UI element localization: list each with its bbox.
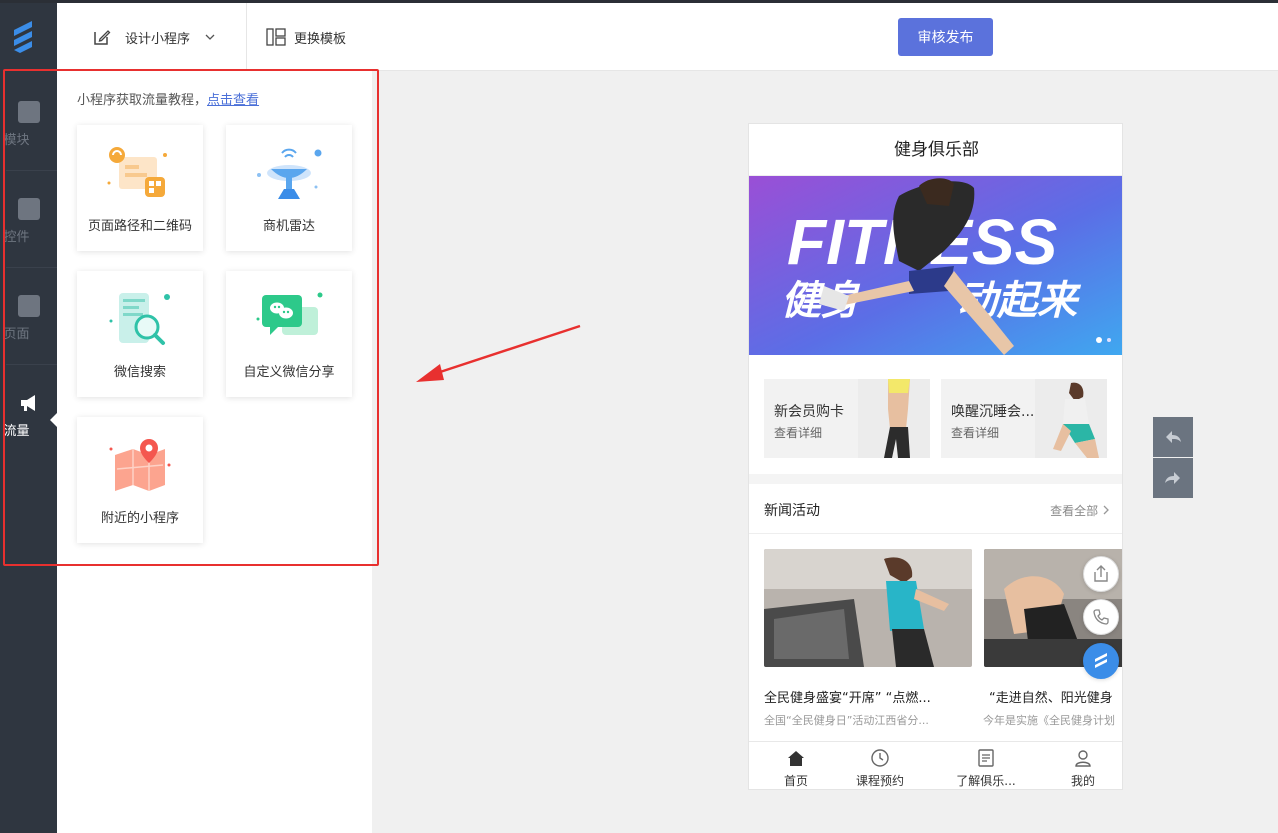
nav-item-traffic[interactable]: 流量 xyxy=(0,392,57,472)
chevron-right-icon xyxy=(1103,505,1109,515)
tab-label: 课程预约 xyxy=(855,774,904,788)
search-phone-icon xyxy=(109,293,170,345)
promo-card-wake-members[interactable]: 唤醒沉睡会... 查看详细 xyxy=(941,379,1107,458)
news-title-2[interactable]: “走进自然、阳光健身 xyxy=(989,687,1122,706)
publish-button[interactable]: 审核发布 xyxy=(898,18,993,56)
phone-fab[interactable] xyxy=(1083,599,1119,635)
card-page-path-qrcode[interactable]: 页面路径和二维码 xyxy=(77,125,203,251)
header-divider xyxy=(246,3,247,71)
qrcode-path-icon xyxy=(107,147,167,197)
tutorial-tip: 小程序获取流量教程，点击查看 xyxy=(77,89,259,108)
promo-image xyxy=(1035,379,1107,458)
card-label: 商机雷达 xyxy=(262,219,315,234)
template-label: 更换模板 xyxy=(294,31,347,47)
edit-icon xyxy=(94,30,111,45)
phone-icon xyxy=(1093,609,1109,625)
banner-image: FITNESS 健身 动起来 xyxy=(749,176,1122,355)
news-section-title: 新闻活动 xyxy=(764,503,820,519)
promo-card-new-member[interactable]: 新会员购卡 查看详细 xyxy=(764,379,930,458)
hero-banner[interactable]: FITNESS 健身 动起来 xyxy=(749,176,1122,355)
promo-sub: 查看详细 xyxy=(774,426,823,440)
view-all-link[interactable]: 查看全部 xyxy=(1050,502,1110,519)
promo-image xyxy=(858,379,930,458)
design-dropdown[interactable]: 设计小程序 xyxy=(93,25,216,49)
share-fab[interactable] xyxy=(1083,556,1119,592)
view-all-label: 查看全部 xyxy=(1050,504,1099,518)
change-template-button[interactable]: 更换模板 xyxy=(266,25,346,49)
card-custom-wechat-share[interactable]: 自定义微信分享 xyxy=(226,271,352,397)
tab-course-booking[interactable]: 课程预约 xyxy=(833,748,927,789)
news-title-1[interactable]: 全民健身盛宴“开席” “点燃... xyxy=(764,687,969,706)
section-gap xyxy=(749,474,1122,484)
share-icon xyxy=(1094,565,1108,582)
nav-divider xyxy=(6,170,57,171)
module-icon xyxy=(17,101,40,123)
traffic-panel: 小程序获取流量教程，点击查看 页面路径和二维码 商机雷达 微信搜索 自定义微信分… xyxy=(57,71,372,833)
tip-text: 小程序获取流量教程， xyxy=(77,93,208,108)
tab-home[interactable]: 首页 xyxy=(749,748,843,789)
card-label: 页面路径和二维码 xyxy=(87,219,192,234)
page-icon xyxy=(17,295,40,317)
redo-button[interactable] xyxy=(1153,458,1193,498)
design-label: 设计小程序 xyxy=(125,31,191,47)
miniprogram-title: 健身俱乐部 xyxy=(749,124,1122,176)
banner-pagination[interactable] xyxy=(1096,328,1114,347)
nav-label: 页面 xyxy=(3,327,30,342)
news-image-1[interactable] xyxy=(764,549,972,667)
control-icon xyxy=(17,198,40,220)
promo-title: 唤醒沉睡会... xyxy=(951,404,1035,420)
megaphone-icon xyxy=(20,395,35,411)
nav-item-pages[interactable]: 页面 xyxy=(0,295,57,375)
map-pin-icon xyxy=(109,439,171,491)
card-business-radar[interactable]: 商机雷达 xyxy=(226,125,352,251)
wechat-share-icon xyxy=(256,292,323,335)
card-label: 微信搜索 xyxy=(113,365,166,380)
nav-divider xyxy=(6,364,57,365)
tab-about-club[interactable]: 了解俱乐... xyxy=(939,748,1033,789)
card-label: 自定义微信分享 xyxy=(243,365,335,380)
chevron-down-icon xyxy=(205,34,215,40)
phone-preview: 健身俱乐部 FITNESS 健身 动起来 xyxy=(748,123,1123,790)
home-icon xyxy=(788,751,804,766)
promo-title: 新会员购卡 xyxy=(774,404,844,420)
promo-sub: 查看详细 xyxy=(951,426,1000,440)
tip-link[interactable]: 点击查看 xyxy=(207,93,259,108)
tab-label: 我的 xyxy=(1070,774,1095,788)
nav-label: 流量 xyxy=(3,424,30,439)
card-label: 附近的小程序 xyxy=(100,511,179,526)
tab-mine[interactable]: 我的 xyxy=(1036,748,1122,789)
nav-divider xyxy=(6,267,57,268)
card-nearby-miniprogram[interactable]: 附近的小程序 xyxy=(77,417,203,543)
nav-item-controls[interactable]: 控件 xyxy=(0,198,57,278)
nav-label: 控件 xyxy=(3,230,30,245)
tab-label: 了解俱乐... xyxy=(956,774,1016,788)
template-icon xyxy=(266,28,286,46)
bottom-tabbar: 首页 课程预约 了解俱乐... 我的 xyxy=(749,741,1122,789)
news-header: 新闻活动 查看全部 xyxy=(749,484,1122,534)
news-sub-2: 今年是实施《全民健身计划 xyxy=(983,714,1115,727)
nav-item-modules[interactable]: 模块 xyxy=(0,101,57,181)
annotation-arrow xyxy=(416,324,581,382)
news-sub-1: 全国“全民健身日”活动江西省分... xyxy=(764,714,929,727)
app-logo-icon[interactable] xyxy=(6,17,40,57)
top-header: 设计小程序 更换模板 审核发布 xyxy=(57,3,1278,71)
logo-fab[interactable] xyxy=(1083,643,1119,679)
document-icon xyxy=(978,749,994,767)
undo-button[interactable] xyxy=(1153,417,1193,457)
left-nav: 模块 控件 页面 流量 xyxy=(0,3,57,833)
clock-icon xyxy=(871,749,889,767)
brand-icon xyxy=(1095,653,1107,668)
card-wechat-search[interactable]: 微信搜索 xyxy=(77,271,203,397)
user-icon xyxy=(1075,750,1091,767)
nav-label: 模块 xyxy=(3,133,30,148)
redo-icon xyxy=(1165,472,1180,484)
radar-icon xyxy=(257,148,322,199)
undo-icon xyxy=(1166,431,1181,443)
tab-label: 首页 xyxy=(783,774,808,788)
